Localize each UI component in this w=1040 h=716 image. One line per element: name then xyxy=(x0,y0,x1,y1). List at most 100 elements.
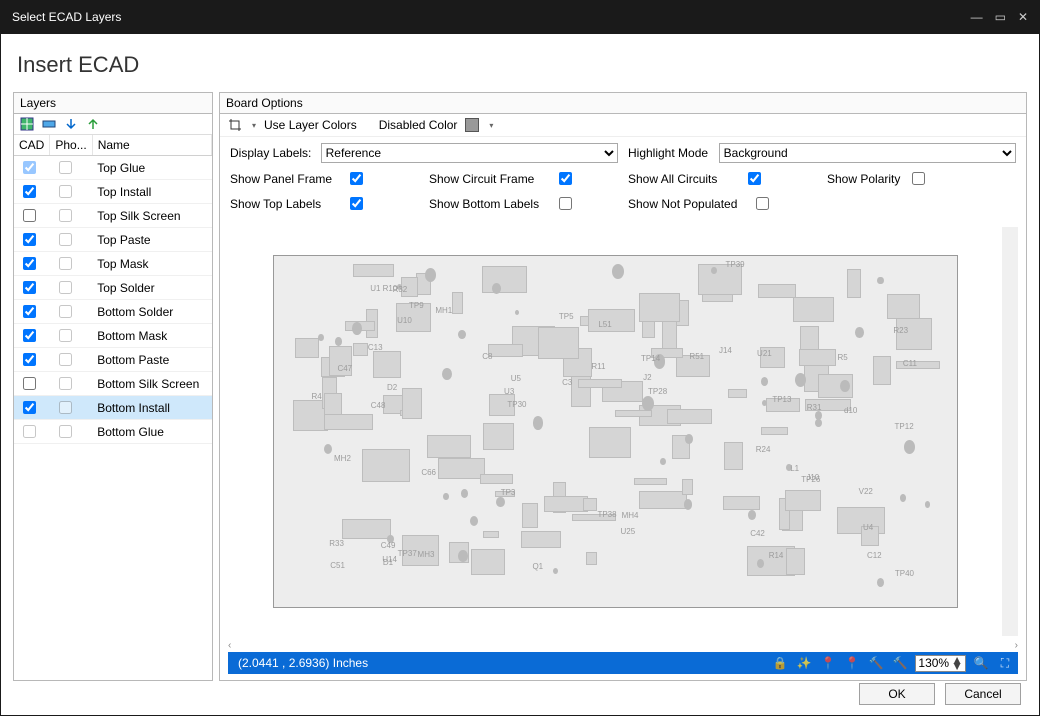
pcb-ref-label: R14 xyxy=(769,551,784,560)
status-zoom-icon[interactable]: 🔍 xyxy=(972,655,990,671)
layer-row[interactable]: Bottom Silk Screen xyxy=(14,372,212,396)
pcb-preview[interactable]: MH4TP5D2Q1C66J2TP30MH3R23R24U21J14V22R32… xyxy=(228,227,1018,636)
layer-row[interactable]: Bottom Glue xyxy=(14,420,212,444)
arrow-down-icon[interactable] xyxy=(64,117,78,131)
status-hammer2-icon[interactable]: 🔨 xyxy=(891,655,909,671)
status-lock-icon[interactable]: 🔒 xyxy=(771,655,789,671)
show-all-circuits-checkbox[interactable] xyxy=(748,172,761,185)
show-circuit-frame-checkbox[interactable] xyxy=(559,172,572,185)
show-bottom-labels-label: Show Bottom Labels xyxy=(429,197,547,211)
layers-table: CAD Pho... Name Top GlueTop InstallTop S… xyxy=(14,135,212,444)
layer-photo-checkbox[interactable] xyxy=(59,233,72,246)
layer-photo-checkbox[interactable] xyxy=(59,209,72,222)
show-panel-frame-label: Show Panel Frame xyxy=(230,172,338,186)
layer-cad-checkbox[interactable] xyxy=(23,305,36,318)
layer-cad-checkbox[interactable] xyxy=(23,185,36,198)
preview-hscroll-left[interactable]: ‹ xyxy=(228,640,231,652)
status-hammer1-icon[interactable]: 🔨 xyxy=(867,655,885,671)
pcb-ref-label: R4 xyxy=(311,392,321,401)
layer-cad-checkbox[interactable] xyxy=(23,233,36,246)
show-circuit-frame-label: Show Circuit Frame xyxy=(429,172,547,186)
pcb-ref-label: TP38 xyxy=(597,510,616,519)
use-layer-colors-label[interactable]: Use Layer Colors xyxy=(264,118,357,132)
layer-cad-checkbox[interactable] xyxy=(23,377,36,390)
crop-icon[interactable] xyxy=(228,118,242,132)
show-bottom-labels-checkbox[interactable] xyxy=(559,197,572,210)
pcb-ref-label: C49 xyxy=(381,541,396,550)
layer-photo-checkbox[interactable] xyxy=(59,257,72,270)
grid-icon[interactable] xyxy=(20,117,34,131)
pcb-ref-label: C13 xyxy=(368,343,383,352)
layer-row[interactable]: Top Install xyxy=(14,180,212,204)
show-polarity-label: Show Polarity xyxy=(827,172,900,186)
ok-button[interactable]: OK xyxy=(859,683,935,705)
minimize-button[interactable]: — xyxy=(971,10,983,24)
col-cad[interactable]: CAD xyxy=(14,135,50,156)
display-labels-select[interactable]: Reference xyxy=(321,143,618,163)
layer-name-cell: Bottom Glue xyxy=(92,420,211,444)
layer-name-cell: Top Mask xyxy=(92,252,211,276)
layer-cad-checkbox[interactable] xyxy=(23,425,36,438)
layer-row[interactable]: Top Paste xyxy=(14,228,212,252)
pcb-ref-label: R5 xyxy=(838,353,848,362)
layer-cad-checkbox[interactable] xyxy=(23,401,36,414)
crop-dropdown-icon[interactable]: ▾ xyxy=(252,121,256,130)
layer-photo-checkbox[interactable] xyxy=(59,161,72,174)
layer-cad-checkbox[interactable] xyxy=(23,161,36,174)
zoom-input[interactable]: 130% ▲▼ xyxy=(915,655,966,672)
layer-photo-checkbox[interactable] xyxy=(59,185,72,198)
layer-cad-checkbox[interactable] xyxy=(23,281,36,294)
show-polarity-checkbox[interactable] xyxy=(912,172,925,185)
show-panel-frame-checkbox[interactable] xyxy=(350,172,363,185)
layer-photo-checkbox[interactable] xyxy=(59,305,72,318)
layer-cad-checkbox[interactable] xyxy=(23,257,36,270)
preview-hscroll-right[interactable]: › xyxy=(1015,640,1018,652)
layer-row[interactable]: Bottom Mask xyxy=(14,324,212,348)
layer-cad-checkbox[interactable] xyxy=(23,329,36,342)
layer-row[interactable]: Top Glue xyxy=(14,156,212,180)
layer-photo-checkbox[interactable] xyxy=(59,329,72,342)
pcb-ref-label: TP12 xyxy=(895,422,914,431)
show-all-circuits-label: Show All Circuits xyxy=(628,172,736,186)
layer-photo-checkbox[interactable] xyxy=(59,377,72,390)
layer-photo-checkbox[interactable] xyxy=(59,353,72,366)
layer-photo-checkbox[interactable] xyxy=(59,425,72,438)
col-name[interactable]: Name xyxy=(92,135,211,156)
layer-cad-checkbox[interactable] xyxy=(23,209,36,222)
highlight-mode-select[interactable]: Background xyxy=(719,143,1016,163)
pcb-ref-label: U1 R10 xyxy=(370,284,397,293)
layer-row[interactable]: Top Silk Screen xyxy=(14,204,212,228)
layer-photo-checkbox[interactable] xyxy=(59,401,72,414)
zoom-value: 130% xyxy=(918,656,949,670)
layer-row[interactable]: Top Solder xyxy=(14,276,212,300)
layer-row[interactable]: Bottom Solder xyxy=(14,300,212,324)
maximize-button[interactable]: ▭ xyxy=(995,10,1006,24)
preview-vscrollbar[interactable] xyxy=(1002,227,1018,636)
status-pin2-icon[interactable]: 📍 xyxy=(843,655,861,671)
row-icon[interactable] xyxy=(42,117,56,131)
pcb-ref-label: TP40 xyxy=(895,569,914,578)
arrow-up-icon[interactable] xyxy=(86,117,100,131)
layer-cad-checkbox[interactable] xyxy=(23,353,36,366)
status-fit-icon[interactable]: ⛶ xyxy=(996,655,1014,671)
show-not-populated-checkbox[interactable] xyxy=(756,197,769,210)
zoom-down-icon[interactable]: ▼ xyxy=(951,663,963,669)
show-top-labels-checkbox[interactable] xyxy=(350,197,363,210)
close-button[interactable]: ✕ xyxy=(1018,10,1028,24)
col-photo[interactable]: Pho... xyxy=(50,135,92,156)
cancel-button[interactable]: Cancel xyxy=(945,683,1021,705)
pcb-ref-label: C8 xyxy=(482,352,492,361)
pcb-ref-label: TP14 xyxy=(641,354,660,363)
layer-photo-checkbox[interactable] xyxy=(59,281,72,294)
disabled-color-dropdown-icon[interactable]: ▾ xyxy=(489,121,493,130)
status-wand-icon[interactable]: ✨ xyxy=(795,655,813,671)
layer-row[interactable]: Bottom Install xyxy=(14,396,212,420)
layer-row[interactable]: Bottom Paste xyxy=(14,348,212,372)
layers-header: Layers xyxy=(14,93,212,114)
pcb-ref-label: U3 xyxy=(504,387,514,396)
disabled-color-swatch[interactable] xyxy=(465,118,479,132)
status-pin1-icon[interactable]: 📍 xyxy=(819,655,837,671)
highlight-mode-label: Highlight Mode xyxy=(628,146,711,160)
pcb-ref-label: J2 xyxy=(643,373,651,382)
layer-row[interactable]: Top Mask xyxy=(14,252,212,276)
